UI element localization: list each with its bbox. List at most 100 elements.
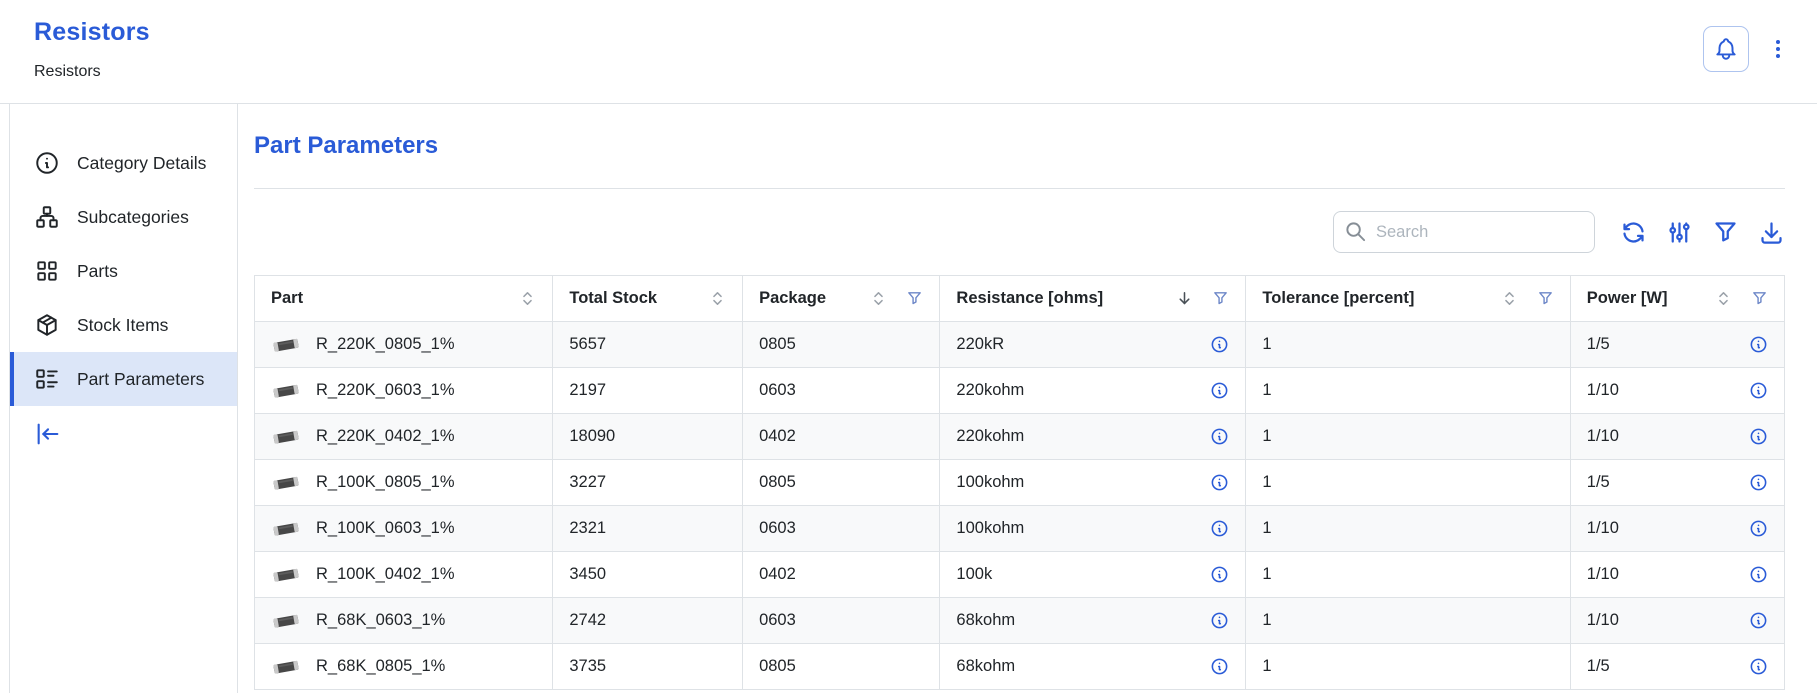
total-stock-cell: 3450 bbox=[553, 552, 743, 598]
tolerance-cell: 1 bbox=[1246, 368, 1570, 414]
column-label: Total Stock bbox=[569, 289, 657, 308]
notifications-button[interactable] bbox=[1703, 26, 1749, 72]
column-filter-icon[interactable] bbox=[1212, 290, 1229, 307]
sort-toggle-icon[interactable] bbox=[1501, 290, 1518, 307]
power-cell-value: 1/5 bbox=[1587, 335, 1610, 354]
part-thumbnail bbox=[271, 658, 301, 676]
refresh-button[interactable] bbox=[1620, 219, 1647, 246]
table-row[interactable]: R_100K_0603_1%23210603100kohm11/10 bbox=[255, 506, 1785, 552]
download-button[interactable] bbox=[1758, 219, 1785, 246]
column-header-part[interactable]: Part bbox=[255, 276, 553, 322]
info-icon[interactable] bbox=[1749, 335, 1768, 354]
info-icon[interactable] bbox=[1210, 657, 1229, 676]
breadcrumb[interactable]: Resistors bbox=[34, 63, 150, 81]
sort-toggle-icon[interactable] bbox=[709, 290, 726, 307]
column-filter-icon[interactable] bbox=[906, 290, 923, 307]
info-icon[interactable] bbox=[1210, 381, 1229, 400]
power-cell: 1/5 bbox=[1570, 322, 1784, 368]
part-name[interactable]: R_68K_0805_1% bbox=[316, 657, 445, 676]
sort-descending-icon[interactable] bbox=[1176, 290, 1193, 307]
part-thumbnail bbox=[271, 612, 301, 630]
column-header-total-stock[interactable]: Total Stock bbox=[553, 276, 743, 322]
main-panel: Part Parameters PartTotal StockPackageRe… bbox=[238, 104, 1817, 693]
column-header-tolerance-percent[interactable]: Tolerance [percent] bbox=[1246, 276, 1570, 322]
sidebar-nav: Category Details Subcategories Parts Sto… bbox=[10, 104, 238, 693]
info-icon[interactable] bbox=[1210, 565, 1229, 584]
adjustments-icon bbox=[1666, 219, 1693, 246]
info-icon[interactable] bbox=[1210, 427, 1229, 446]
sidebar-item-category-details[interactable]: Category Details bbox=[10, 136, 237, 190]
resistance-cell-value: 220kohm bbox=[956, 427, 1024, 446]
columns-button[interactable] bbox=[1666, 219, 1693, 246]
resistance-cell: 220kohm bbox=[940, 414, 1246, 460]
power-cell: 1/10 bbox=[1570, 414, 1784, 460]
sidebar-item-subcategories[interactable]: Subcategories bbox=[10, 190, 237, 244]
collapse-sidebar-button[interactable] bbox=[34, 420, 62, 448]
info-icon[interactable] bbox=[1749, 519, 1768, 538]
dots-vertical-icon bbox=[1765, 37, 1791, 61]
filter-icon bbox=[1712, 219, 1739, 246]
info-icon[interactable] bbox=[1749, 427, 1768, 446]
column-filter-icon[interactable] bbox=[1537, 290, 1554, 307]
sidebar-item-stock-items[interactable]: Stock Items bbox=[10, 298, 237, 352]
info-icon[interactable] bbox=[1210, 473, 1229, 492]
part-name[interactable]: R_220K_0402_1% bbox=[316, 427, 455, 446]
table-row[interactable]: R_100K_0402_1%34500402100k11/10 bbox=[255, 552, 1785, 598]
resistance-cell-value: 100kohm bbox=[956, 473, 1024, 492]
power-cell-value: 1/5 bbox=[1587, 473, 1610, 492]
filters-button[interactable] bbox=[1712, 219, 1739, 246]
info-icon[interactable] bbox=[1749, 473, 1768, 492]
tolerance-cell: 1 bbox=[1246, 322, 1570, 368]
total-stock-cell: 2321 bbox=[553, 506, 743, 552]
table-row[interactable]: R_68K_0603_1%2742060368kohm11/10 bbox=[255, 598, 1785, 644]
table-row[interactable]: R_100K_0805_1%32270805100kohm11/5 bbox=[255, 460, 1785, 506]
tolerance-cell: 1 bbox=[1246, 598, 1570, 644]
sidebar-item-parts[interactable]: Parts bbox=[10, 244, 237, 298]
power-cell: 1/10 bbox=[1570, 368, 1784, 414]
sidebar-item-part-parameters[interactable]: Part Parameters bbox=[10, 352, 237, 406]
power-cell: 1/5 bbox=[1570, 460, 1784, 506]
info-icon[interactable] bbox=[1210, 335, 1229, 354]
sort-toggle-icon[interactable] bbox=[870, 290, 887, 307]
sort-toggle-icon[interactable] bbox=[1715, 290, 1732, 307]
total-stock-cell: 2742 bbox=[553, 598, 743, 644]
header-actions bbox=[1703, 26, 1791, 72]
table-row[interactable]: R_220K_0402_1%180900402220kohm11/10 bbox=[255, 414, 1785, 460]
info-icon[interactable] bbox=[1749, 657, 1768, 676]
sidebar-item-label: Part Parameters bbox=[77, 369, 204, 390]
sitemap-icon bbox=[34, 204, 60, 230]
power-cell-value: 1/5 bbox=[1587, 657, 1610, 676]
info-circle-icon bbox=[34, 150, 60, 176]
info-icon[interactable] bbox=[1210, 519, 1229, 538]
info-icon[interactable] bbox=[1749, 611, 1768, 630]
info-icon[interactable] bbox=[1749, 565, 1768, 584]
package-cell: 0402 bbox=[743, 414, 940, 460]
part-name[interactable]: R_220K_0805_1% bbox=[316, 335, 455, 354]
column-header-resistance-ohms[interactable]: Resistance [ohms] bbox=[940, 276, 1246, 322]
part-name[interactable]: R_220K_0603_1% bbox=[316, 381, 455, 400]
search-input[interactable] bbox=[1333, 211, 1595, 253]
header-left: Resistors Resistors bbox=[34, 18, 150, 81]
part-thumbnail bbox=[271, 336, 301, 354]
info-icon[interactable] bbox=[1749, 381, 1768, 400]
table-row[interactable]: R_68K_0805_1%3735080568kohm11/5 bbox=[255, 644, 1785, 690]
sort-toggle-icon[interactable] bbox=[519, 290, 536, 307]
column-header-package[interactable]: Package bbox=[743, 276, 940, 322]
overflow-menu-button[interactable] bbox=[1765, 26, 1791, 72]
table-row[interactable]: R_220K_0805_1%56570805220kR11/5 bbox=[255, 322, 1785, 368]
column-filter-icon[interactable] bbox=[1751, 290, 1768, 307]
table-row[interactable]: R_220K_0603_1%21970603220kohm11/10 bbox=[255, 368, 1785, 414]
power-cell-value: 1/10 bbox=[1587, 381, 1619, 400]
package-cell: 0603 bbox=[743, 598, 940, 644]
info-icon[interactable] bbox=[1210, 611, 1229, 630]
panel-divider bbox=[254, 188, 1785, 189]
part-name[interactable]: R_100K_0402_1% bbox=[316, 565, 455, 584]
resistance-cell-value: 220kR bbox=[956, 335, 1004, 354]
part-name[interactable]: R_68K_0603_1% bbox=[316, 611, 445, 630]
column-header-power-w[interactable]: Power [W] bbox=[1570, 276, 1784, 322]
part-name[interactable]: R_100K_0805_1% bbox=[316, 473, 455, 492]
package-cell: 0603 bbox=[743, 506, 940, 552]
part-name[interactable]: R_100K_0603_1% bbox=[316, 519, 455, 538]
column-label: Power [W] bbox=[1587, 289, 1668, 308]
part-thumbnail bbox=[271, 520, 301, 538]
